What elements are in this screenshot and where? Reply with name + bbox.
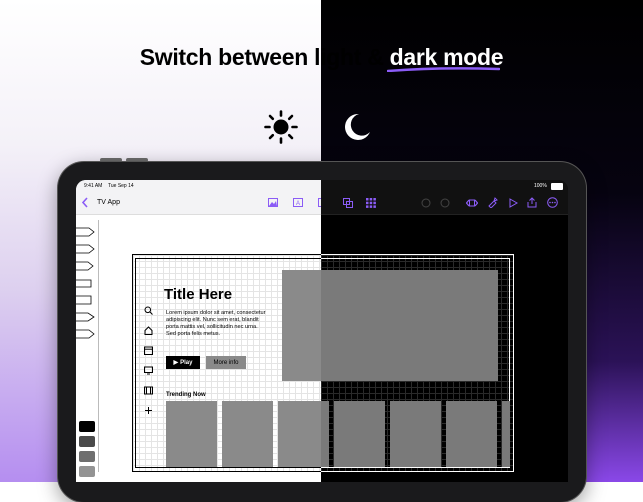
headline: Switch between light & dark mode [0,44,643,71]
status-time: 9:41 AM [84,183,103,189]
toolbar-dark [321,192,568,215]
trending-thumbnail[interactable] [446,401,497,467]
status-bar: 9:41 AM Tue Sep 14 [76,180,321,192]
plus-icon[interactable] [144,406,153,415]
ipad-screen: 9:41 AM Tue Sep 14 100% TV App A Title H… [76,180,568,482]
swatch-dark-gray[interactable] [79,436,95,447]
grid-icon[interactable] [366,198,376,208]
trending-thumbnail[interactable] [390,401,441,467]
trending-thumbnail[interactable] [166,401,217,467]
trending-thumbnail[interactable] [278,401,321,467]
battery-label: 100% [534,183,547,189]
swatch-black[interactable] [79,421,95,432]
image-icon[interactable] [268,198,278,207]
toolbar: TV App A [76,192,328,215]
play-icon: ▶ [173,360,179,366]
more-info-button[interactable]: More info [206,356,246,369]
trending-thumbnail[interactable] [222,401,273,467]
svg-text:A: A [296,201,300,207]
share-icon[interactable] [527,197,537,208]
battery-icon [551,183,563,190]
trending-thumbnail[interactable] [502,401,510,467]
swatch-gray[interactable] [79,451,95,462]
calendar-icon[interactable] [144,346,153,355]
play-icon[interactable] [508,198,518,208]
text-box-icon[interactable]: A [293,198,303,207]
tv-icon[interactable] [144,366,153,375]
tool-palette [76,220,99,477]
headline-light-part: Switch between light & [139,44,390,70]
sun-icon [264,110,298,144]
trending-thumbnail[interactable] [334,401,385,467]
hero-description: Lorem ipsum dolor sit amet, consectetur … [166,310,266,337]
play-button-label: Play [180,359,193,366]
film-icon[interactable] [144,386,153,395]
trending-thumbnail-dark[interactable] [321,401,329,467]
pen-tool-icon[interactable] [487,197,498,208]
redo-icon[interactable] [440,198,450,208]
hero-image-dark [321,270,498,381]
drawing-tools[interactable] [76,224,98,344]
status-date: Tue Sep 14 [108,183,134,189]
document-title[interactable]: TV App [97,199,120,206]
more-icon[interactable] [547,197,558,208]
undo-icon[interactable] [421,198,431,208]
swatch-mid-gray[interactable] [79,466,95,477]
hero-title: Title Here [164,286,233,303]
status-bar-dark: 100% [321,180,568,192]
chevron-left-icon[interactable] [81,197,89,208]
search-icon[interactable] [144,306,153,315]
home-icon[interactable] [144,326,153,335]
shapes-icon[interactable] [343,198,353,208]
code-icon[interactable] [466,197,478,209]
trending-label: Trending Now [166,392,206,398]
moon-icon [345,113,370,140]
more-info-label: More info [213,359,239,366]
headline-underline [387,67,500,72]
play-button[interactable]: ▶ Play [166,356,200,369]
